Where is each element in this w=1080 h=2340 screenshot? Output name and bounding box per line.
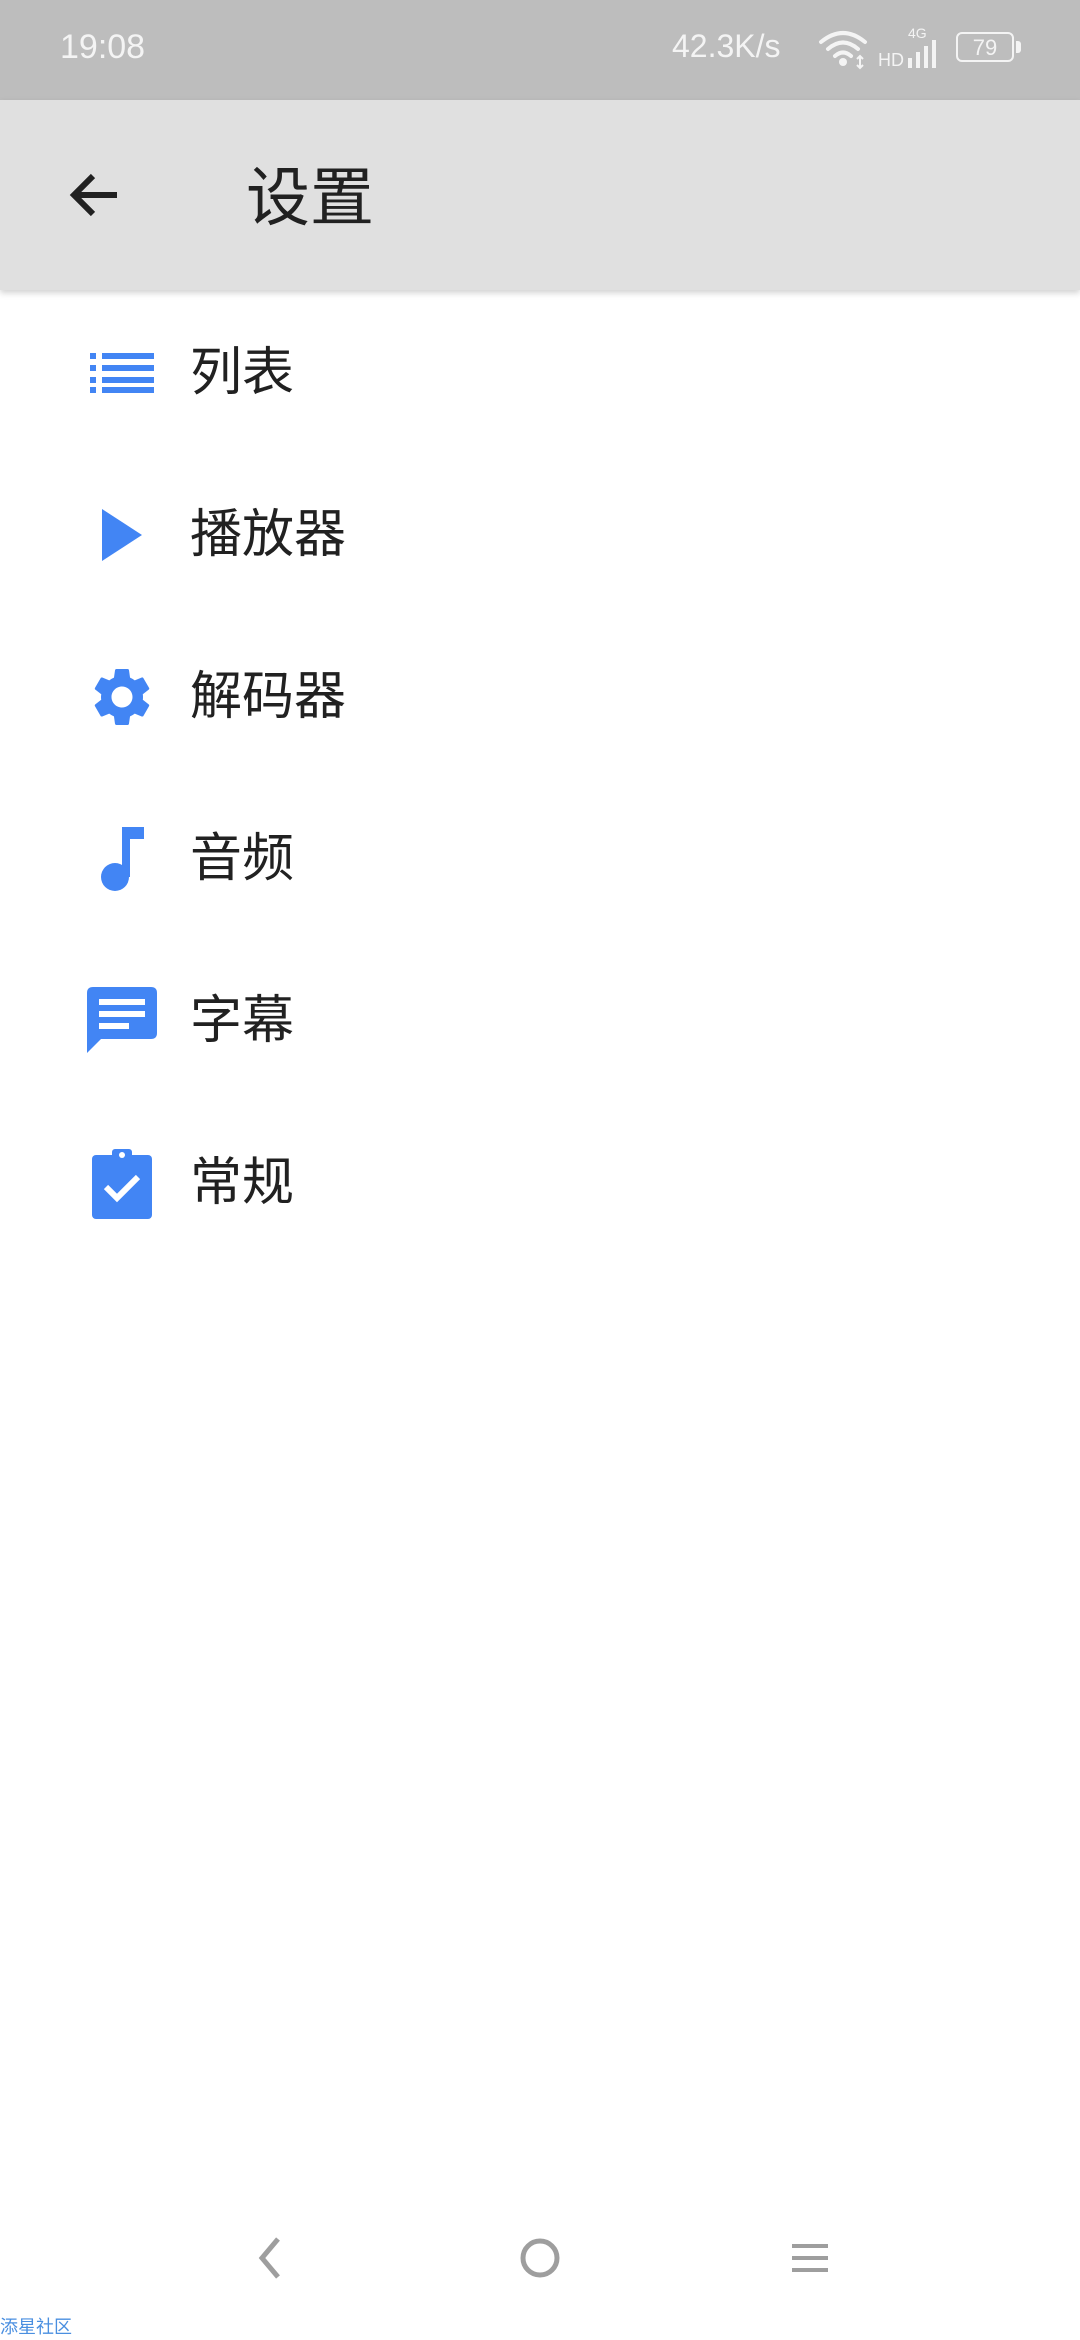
battery-level: 79	[956, 32, 1014, 62]
hd-label: HD	[878, 50, 904, 70]
clipboard-check-icon	[82, 1143, 162, 1223]
menu-item-decoder[interactable]: 解码器	[0, 616, 1080, 778]
menu-item-label: 列表	[190, 343, 295, 403]
status-time: 19:08	[60, 28, 146, 66]
menu-item-list[interactable]: 列表	[0, 292, 1080, 454]
menu-item-label: 音频	[190, 829, 295, 889]
list-icon	[82, 333, 162, 413]
battery-icon: 79	[956, 32, 1024, 66]
chevron-left-icon	[258, 2237, 280, 2279]
menu-item-label: 常规	[190, 1153, 295, 1213]
menu-item-label: 解码器	[190, 667, 347, 727]
page-title: 设置	[246, 162, 374, 236]
home-circle-icon	[520, 2238, 560, 2278]
menu-item-general[interactable]: 常规	[0, 1102, 1080, 1264]
play-icon	[82, 495, 162, 575]
music-note-icon	[82, 819, 162, 899]
wifi-icon	[818, 28, 868, 74]
status-bar: 19:08 42.3K/s 4G HD 79	[0, 0, 1080, 100]
menu-item-subtitles[interactable]: 字幕	[0, 940, 1080, 1102]
menu-item-audio[interactable]: 音频	[0, 778, 1080, 940]
menu-item-player[interactable]: 播放器	[0, 454, 1080, 616]
menu-lines-icon	[792, 2244, 828, 2272]
gear-icon	[82, 657, 162, 737]
watermark: 添星社区	[0, 2317, 72, 2338]
subtitles-icon	[82, 981, 162, 1061]
system-nav-bar	[0, 2200, 1080, 2316]
app-bar: 设置	[0, 100, 1080, 290]
arrow-left-icon	[69, 173, 117, 217]
cellular-signal-icon: 4G HD	[878, 24, 944, 76]
nav-back-button[interactable]	[230, 2218, 310, 2298]
menu-item-label: 播放器	[190, 505, 347, 565]
network-type-label: 4G	[908, 25, 927, 41]
nav-menu-button[interactable]	[770, 2218, 850, 2298]
back-button[interactable]	[50, 150, 140, 240]
menu-item-label: 字幕	[190, 991, 295, 1051]
nav-home-button[interactable]	[500, 2218, 580, 2298]
network-speed: 42.3K/s	[672, 28, 781, 64]
